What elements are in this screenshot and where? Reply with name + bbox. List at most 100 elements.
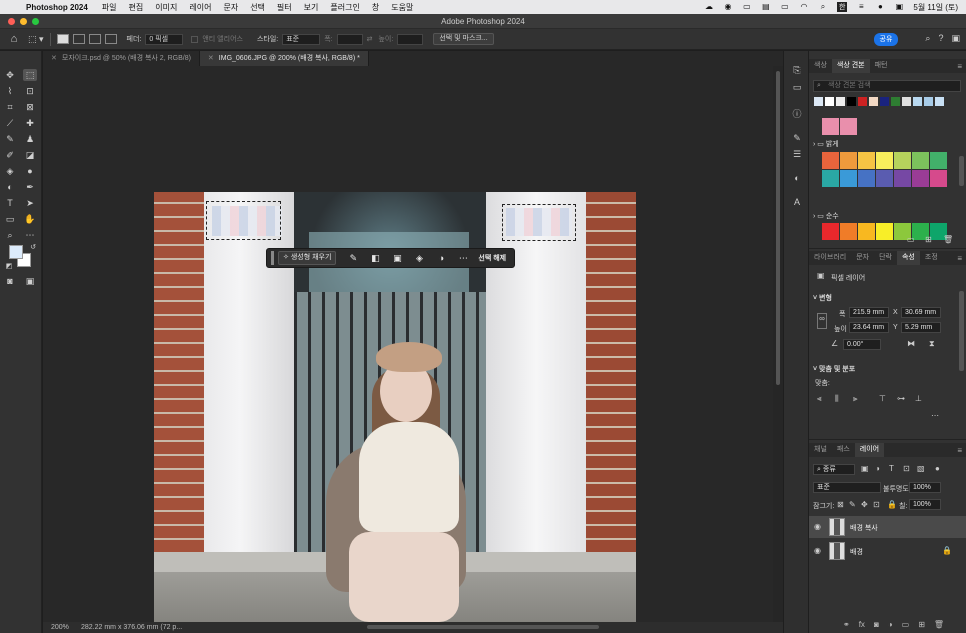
color-swatch[interactable] (840, 170, 857, 187)
color-swatch[interactable] (847, 97, 856, 106)
color-swatch[interactable] (822, 152, 839, 169)
angle-field[interactable]: 0.00° (843, 339, 881, 350)
color-swatch[interactable] (858, 223, 875, 240)
color-swatch[interactable] (858, 170, 875, 187)
transform-icon[interactable]: ◧ (364, 253, 386, 264)
wifi-icon[interactable]: ◠ (799, 3, 809, 11)
menu-window[interactable]: 창 (372, 2, 379, 13)
menu-image[interactable]: 이미지 (155, 2, 177, 13)
screen-mode-icon[interactable]: ▣ (23, 275, 37, 287)
new-swatch-icon[interactable]: ⊞ (925, 235, 932, 244)
flip-horizontal-icon[interactable]: ⧓ (907, 339, 915, 348)
color-swatch[interactable] (891, 97, 900, 106)
tab-swatches[interactable]: 색상 견본 (831, 59, 870, 73)
tab-libraries[interactable]: 라이브러리 (809, 251, 851, 265)
selection-marquee-right[interactable] (502, 204, 576, 241)
dodge-tool-icon[interactable]: ◐ (3, 181, 17, 193)
lock-icon[interactable]: 🔒 (942, 546, 952, 555)
frame-tool-icon[interactable]: ⊠ (23, 101, 37, 113)
menu-plugins[interactable]: 플러그인 (330, 2, 359, 13)
control-center-icon[interactable]: ≡ (856, 3, 866, 11)
add-selection-button[interactable] (72, 34, 85, 44)
link-layers-icon[interactable]: ⚭ (843, 620, 850, 629)
height-field[interactable]: 23.64 mm (849, 322, 889, 333)
color-swatch[interactable] (930, 152, 947, 169)
align-vcenter-icon[interactable]: ⊶ (897, 394, 905, 403)
filter-pixel-icon[interactable]: ▣ (861, 464, 869, 473)
shapes-icon[interactable]: ◐ (790, 173, 804, 185)
healing-brush-tool-icon[interactable]: ✚ (23, 117, 37, 129)
vertical-scrollbar[interactable] (773, 66, 783, 622)
info-icon[interactable]: ⓘ (790, 107, 804, 119)
tab-adjustments[interactable]: 조정 (920, 251, 943, 265)
align-hcenter-icon[interactable]: ⫼ (835, 394, 839, 404)
antialias-checkbox[interactable] (191, 35, 199, 43)
scroll-thumb[interactable] (776, 71, 780, 385)
swatches-scrollbar[interactable] (959, 156, 964, 186)
eyedropper-tool-icon[interactable]: ⟋ (3, 117, 17, 129)
color-swatch[interactable] (935, 97, 944, 106)
tab-mosaic-psd[interactable]: ✕ 모자이크.psd @ 50% (배경 복사 2, RGB/8) (43, 51, 200, 66)
menubar-clock[interactable]: 5월 11일 (토) (913, 2, 958, 13)
marquee-tool-preset[interactable]: ⬚ ▾ (28, 34, 44, 45)
delete-swatch-icon[interactable]: 🗑 (943, 235, 953, 244)
glyphs-icon[interactable]: A (790, 197, 804, 209)
tab-color[interactable]: 색상 (809, 59, 832, 73)
x-field[interactable]: 30.69 mm (901, 307, 941, 318)
selection-marquee-left[interactable] (206, 201, 281, 240)
move-tool-icon[interactable]: ✥ (3, 69, 17, 81)
menu-file[interactable]: 파일 (102, 2, 117, 13)
type-tool-icon[interactable]: T (3, 197, 17, 209)
link-dimensions-icon[interactable]: ∞ (817, 313, 827, 329)
more-options-icon[interactable]: ⋯ (452, 253, 474, 264)
align-bottom-icon[interactable]: ⊥ (915, 394, 922, 403)
help-icon[interactable]: ? (938, 33, 943, 44)
width-input[interactable] (336, 33, 363, 45)
mask-icon[interactable]: ▣ (386, 253, 408, 264)
subtract-selection-button[interactable] (88, 34, 101, 44)
panel-menu-icon[interactable]: ≡ (957, 62, 962, 71)
input-method-indicator[interactable]: 한 (836, 2, 848, 12)
color-swatch[interactable] (913, 97, 922, 106)
share-button[interactable]: 공유 (874, 33, 898, 46)
tab-channels[interactable]: 채널 (809, 443, 832, 457)
creative-cloud-icon[interactable]: ☁ (704, 3, 714, 11)
object-select-tool-icon[interactable]: ⊡ (23, 85, 37, 97)
document-size[interactable]: 282.22 mm x 376.06 mm (72 p... (81, 622, 182, 633)
battery-icon[interactable]: ▭ (780, 3, 790, 11)
menu-view[interactable]: 보기 (304, 2, 319, 13)
color-swatch[interactable] (814, 97, 823, 106)
paint-bucket-tool-icon[interactable]: ◈ (3, 165, 17, 177)
menu-select[interactable]: 선택 (250, 2, 265, 13)
color-swatch[interactable] (880, 97, 889, 106)
default-colors-icon[interactable]: ◩ (2, 261, 16, 273)
color-swatch[interactable] (930, 170, 947, 187)
intersect-selection-button[interactable] (104, 34, 117, 44)
more-align-icon[interactable]: ⋯ (931, 411, 939, 420)
fill-field[interactable]: 100% (909, 499, 941, 510)
layer-row-background-copy[interactable]: ◉ 배경 복사 (809, 516, 966, 538)
menu-type[interactable]: 문자 (223, 2, 238, 13)
tab-character[interactable]: 문자 (851, 251, 874, 265)
opacity-field[interactable]: 100% (909, 482, 941, 493)
align-section[interactable]: ˅ 맞춤 및 분포 (813, 364, 855, 374)
tab-properties[interactable]: 속성 (896, 251, 920, 265)
color-swatch[interactable] (869, 97, 878, 106)
color-swatch[interactable] (902, 97, 911, 106)
message-icon[interactable]: ▤ (761, 3, 771, 11)
swap-icon[interactable]: ⇄ (367, 35, 373, 43)
color-swatch[interactable] (836, 97, 845, 106)
app-menu[interactable]: Photoshop 2024 (26, 3, 88, 12)
zoom-tool-icon[interactable]: ⌕ (3, 229, 17, 241)
select-and-mask-button[interactable]: 선택 및 마스크... (433, 33, 494, 45)
color-swatch[interactable] (924, 97, 933, 106)
sliders-icon[interactable]: ☰ (790, 149, 804, 161)
adjustment-icon[interactable]: ◑ (430, 253, 452, 263)
history-brush-tool-icon[interactable]: ✐ (3, 149, 17, 161)
color-swatch[interactable] (840, 223, 857, 240)
tab-layers[interactable]: 레이어 (854, 443, 885, 457)
visibility-eye-icon[interactable]: ◉ (814, 546, 821, 555)
swatch-group-pure[interactable]: › ▭ 순수 (813, 211, 839, 221)
window-icon[interactable]: ▭ (742, 3, 752, 11)
panel-menu-icon[interactable]: ≡ (957, 446, 962, 455)
